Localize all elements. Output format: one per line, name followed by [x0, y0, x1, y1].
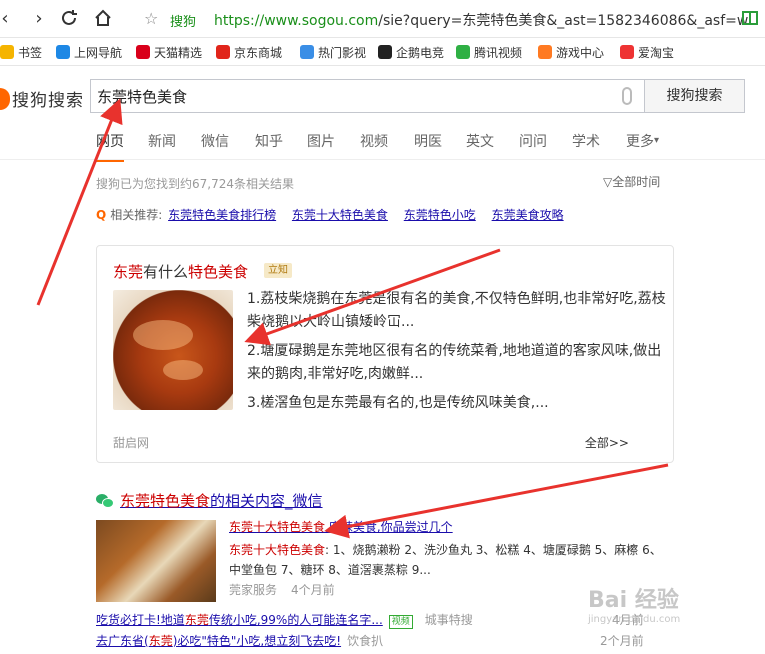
search-small-icon: Q: [96, 208, 107, 222]
tab-视频[interactable]: 视频: [360, 131, 388, 151]
tab-微信[interactable]: 微信: [201, 131, 229, 151]
search-button[interactable]: 搜狗搜索: [644, 79, 745, 113]
tmall-icon: [136, 45, 150, 59]
search-box: [90, 79, 644, 113]
play-icon: [300, 45, 314, 59]
lizhi-badge: 立知: [264, 263, 292, 278]
baidu-jingyan-watermark: Bai 经验 jingyan.baidu.com: [588, 588, 681, 625]
wechat-article-link[interactable]: 东莞十大特色美食,麻辣美食,你品尝过几个: [229, 518, 453, 535]
video-tag: 视频: [388, 615, 413, 629]
card-item[interactable]: 2.塘厦碌鹅是东莞地区很有名的传统菜肴,地地道道的客家风味,做出来的鹅肉,非常好…: [247, 340, 667, 386]
tab-英文[interactable]: 英文: [466, 131, 494, 151]
tab-网页[interactable]: 网页: [96, 131, 124, 162]
bookmark-京东商城[interactable]: 京东商城: [216, 43, 282, 61]
tencent-video-icon: [456, 45, 470, 59]
tab-图片[interactable]: 图片: [307, 131, 335, 151]
refresh-icon[interactable]: [58, 8, 80, 30]
bookmark-天猫精选[interactable]: 天猫精选: [136, 43, 202, 61]
bookmark-书签[interactable]: 书签: [0, 43, 42, 61]
related-link[interactable]: 东莞十大特色美食: [292, 208, 388, 222]
bookmark-企鹅电竞[interactable]: 企鹅电竞: [378, 43, 444, 61]
bookmark-腾讯视频[interactable]: 腾讯视频: [456, 43, 522, 61]
bookmark-爱淘宝[interactable]: 爱淘宝: [620, 43, 674, 61]
tab-知乎[interactable]: 知乎: [255, 131, 283, 151]
sub-result-time: 2个月前: [600, 634, 644, 648]
microphone-icon[interactable]: [622, 87, 632, 105]
sub-result-link[interactable]: 去广东省(东莞)必吃"特色"小吃,想立刻飞去吃!: [96, 634, 341, 648]
tab-学术[interactable]: 学术: [572, 131, 600, 151]
tab-新闻[interactable]: 新闻: [148, 131, 176, 151]
roast-goose-image[interactable]: [113, 290, 233, 410]
wechat-icon: [96, 493, 114, 509]
card-source: 甜启网: [113, 436, 150, 450]
wechat-description: 东莞十大特色美食: 1、烧鹅濑粉 2、洗沙鱼丸 3、松糕 4、塘厦碌鹅 5、麻檫…: [229, 543, 662, 577]
taobao-icon: [620, 45, 634, 59]
related-link[interactable]: 东莞美食攻略: [492, 208, 564, 222]
bookmark-游戏中心[interactable]: 游戏中心: [538, 43, 604, 61]
card-list: 1.荔枝柴烧鹅在东莞是很有名的美食,不仅特色鲜明,也非常好吃,荔枝柴烧鹅以大岭山…: [247, 288, 667, 421]
sub-result-link[interactable]: 吃货必打卡!地道东莞传统小吃,99%的人可能连名字...: [96, 613, 383, 627]
home-icon[interactable]: [92, 8, 114, 30]
tab-问问[interactable]: 问问: [519, 131, 547, 151]
address-bar[interactable]: https://www.sogou.com/sie?query=东莞特色美食&_…: [214, 10, 748, 30]
chevron-down-icon[interactable]: ▾: [654, 135, 659, 146]
tab-明医[interactable]: 明医: [414, 131, 442, 151]
sogou-logo[interactable]: 搜狗搜索: [0, 86, 84, 111]
related-link[interactable]: 东莞特色美食排行榜: [168, 208, 276, 222]
back-icon[interactable]: ‹: [0, 8, 16, 30]
bookmark-上网导航[interactable]: 上网导航: [56, 43, 122, 61]
search-input[interactable]: [91, 80, 591, 112]
result-count: 搜狗已为您找到约67,724条相关结果: [96, 177, 294, 191]
forward-icon[interactable]: ›: [28, 8, 50, 30]
search-tabs: 网页 新闻 微信 知乎 图片 视频 明医 英文 问问 学术 更多 ▾: [0, 126, 765, 162]
wechat-thumbnail[interactable]: [96, 520, 216, 602]
star-icon: [0, 45, 14, 59]
bookmark-star-icon[interactable]: ☆: [144, 9, 158, 28]
browser-toolbar: ‹ › ☆ 搜狗 https://www.sogou.com/sie?query…: [0, 0, 765, 38]
card-title[interactable]: 东莞有什么特色美食: [113, 261, 248, 282]
wechat-meta: 莞家服务 4个月前: [229, 583, 335, 597]
penguin-icon: [378, 45, 392, 59]
sub-result: 吃货必打卡!地道东莞传统小吃,99%的人可能连名字... 视频 城事特搜: [96, 613, 473, 629]
tab-更多[interactable]: 更多: [626, 131, 654, 151]
related-searches: Q 相关推荐: 东莞特色美食排行榜 东莞十大特色美食 东莞特色小吃 东莞美食攻略: [96, 208, 564, 222]
filter-icon: ▽: [603, 175, 613, 189]
gamepad-icon: [538, 45, 552, 59]
time-filter[interactable]: ▽全部时间: [603, 173, 660, 190]
sogou-logo-icon: [0, 87, 10, 110]
jd-icon: [216, 45, 230, 59]
site-label: 搜狗: [170, 15, 197, 30]
card-item[interactable]: 1.荔枝柴烧鹅在东莞是很有名的美食,不仅特色鲜明,也非常好吃,荔枝柴烧鹅以大岭山…: [247, 288, 667, 334]
sub-result: 去广东省(东莞)必吃"特色"小吃,想立刻飞去吃! 饮食扒: [96, 634, 384, 648]
related-link[interactable]: 东莞特色小吃: [404, 208, 476, 222]
card-all-link[interactable]: 全部>>: [585, 434, 629, 451]
bookmarks-bar: 书签 上网导航 天猫精选 京东商城 热门影视 企鹅电竞 腾讯视频 游戏中心 爱淘宝: [0, 38, 765, 66]
e-icon: [56, 45, 70, 59]
answer-card: 东莞有什么特色美食 立知 1.荔枝柴烧鹅在东莞是很有名的美食,不仅特色鲜明,也非…: [96, 245, 674, 463]
wechat-result-title[interactable]: 东莞特色美食的相关内容_微信: [96, 490, 323, 511]
bookmark-热门影视[interactable]: 热门影视: [300, 43, 366, 61]
reader-icon[interactable]: [741, 9, 759, 27]
card-item[interactable]: 3.槎滘鱼包是东莞最有名的,也是传统风味美食,...: [247, 392, 667, 415]
